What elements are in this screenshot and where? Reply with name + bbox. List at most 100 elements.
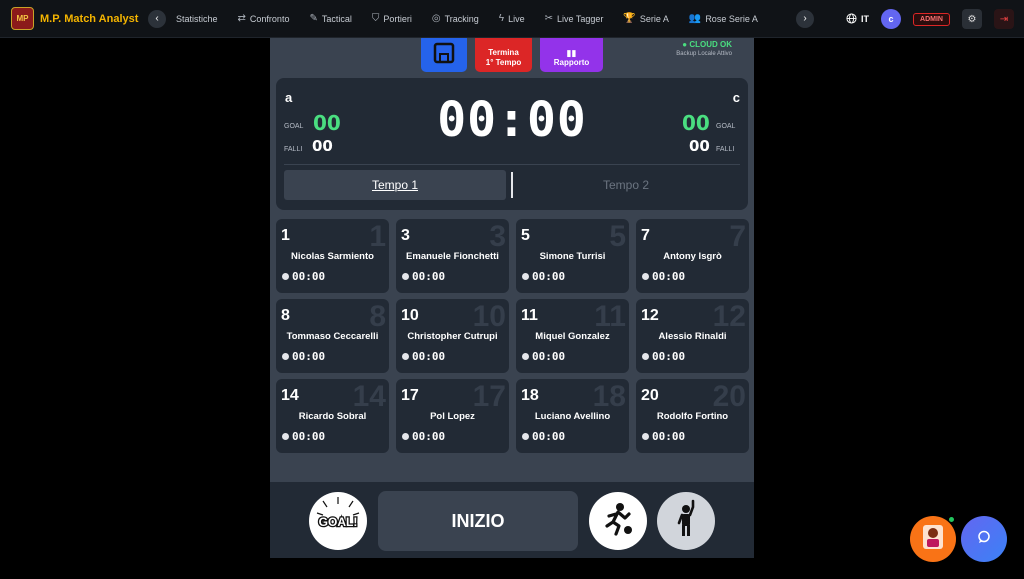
- logout-button[interactable]: ⇥: [994, 9, 1014, 29]
- player-name: Rodolfo Fortino: [656, 411, 729, 422]
- player-time-value: 00:00: [532, 270, 566, 283]
- chat-icon: [977, 530, 991, 549]
- nav-item-label: Portieri: [383, 13, 412, 24]
- end-half-button[interactable]: Termina 1° Tempo: [475, 38, 532, 72]
- player-number-watermark: 8: [369, 300, 386, 333]
- player-number-watermark: 1: [369, 220, 386, 253]
- nav-item-rose-serie-a[interactable]: 👥 Rose Serie A: [679, 0, 768, 38]
- player-number: 10: [401, 307, 419, 324]
- kicker-icon: [599, 500, 637, 543]
- nav-item-label: Tactical: [321, 13, 352, 24]
- player-time-value: 00:00: [292, 270, 326, 283]
- report-button[interactable]: ▮▮ Rapporto: [540, 38, 603, 72]
- player-name: Luciano Avellino: [534, 411, 611, 422]
- player-card[interactable]: 10 10 Christopher Cutrupi 00:00: [396, 299, 509, 373]
- player-card[interactable]: 7 7 Antony Isgrò 00:00: [636, 219, 749, 293]
- player-card[interactable]: 3 3 Emanuele Fionchetti 00:00: [396, 219, 509, 293]
- tab-second-half[interactable]: Tempo 2: [512, 170, 740, 200]
- assistant-mascot-button[interactable]: [910, 516, 956, 562]
- scoreboard-divider: [284, 164, 740, 165]
- language-selector[interactable]: IT: [846, 12, 870, 26]
- player-card[interactable]: 5 5 Simone Turrisi 00:00: [516, 219, 629, 293]
- nav-item-tracking[interactable]: ◎ Tracking: [422, 0, 489, 38]
- chat-button[interactable]: [961, 516, 1007, 562]
- stopwatch-icon: [282, 433, 289, 440]
- mascot-avatar-icon: [919, 522, 947, 557]
- report-icon: ▮▮: [566, 48, 577, 58]
- nav-item-tactical[interactable]: ✎ Tactical: [299, 0, 361, 38]
- svg-text:GOAL!: GOAL!: [319, 515, 358, 529]
- player-card[interactable]: 8 8 Tommaso Ceccarelli 00:00: [276, 299, 389, 373]
- cloud-status-subtitle: Backup Locale Attivo: [676, 51, 732, 57]
- player-number-watermark: 17: [472, 380, 506, 413]
- player-playtime: 00:00: [402, 350, 445, 363]
- player-number-watermark: 14: [352, 380, 386, 413]
- globe-icon: [846, 12, 857, 26]
- nav-item-icon: 🏆: [623, 13, 636, 24]
- match-actions: Termina 1° Tempo ▮▮ Rapporto ● CLOUD OK …: [270, 38, 754, 76]
- gear-icon: ⚙: [967, 13, 977, 25]
- player-card[interactable]: 14 14 Ricardo Sobral 00:00: [276, 379, 389, 453]
- stopwatch-icon: [402, 273, 409, 280]
- player-card[interactable]: 11 11 Miquel Gonzalez 00:00: [516, 299, 629, 373]
- language-label: IT: [861, 14, 870, 24]
- nav-item-icon: ✂: [544, 13, 553, 24]
- player-playtime: 00:00: [282, 430, 325, 443]
- player-number-watermark: 18: [592, 380, 626, 413]
- start-button[interactable]: INIZIO: [378, 491, 578, 551]
- player-number-watermark: 5: [609, 220, 626, 253]
- nav-item-confronto[interactable]: ⇄ Confronto: [228, 0, 300, 38]
- top-navigation-bar: MP M.P. Match Analyst ‹ Statistiche ⇄ Conf…: [0, 0, 1024, 38]
- player-card[interactable]: 18 18 Luciano Avellino 00:00: [516, 379, 629, 453]
- user-avatar[interactable]: c: [881, 9, 902, 29]
- player-name: Ricardo Sobral: [298, 411, 367, 422]
- nav-item-icon: 👥: [688, 13, 702, 24]
- referee-button[interactable]: [657, 492, 715, 550]
- kick-button[interactable]: [589, 492, 647, 550]
- nav-item-live[interactable]: ϟ Live: [489, 0, 535, 38]
- nav-item-portieri[interactable]: ⛉ Portieri: [362, 0, 422, 38]
- player-card[interactable]: 12 12 Alessio Rinaldi 00:00: [636, 299, 749, 373]
- player-playtime: 00:00: [522, 270, 565, 283]
- stopwatch-icon: [522, 433, 529, 440]
- save-button[interactable]: [421, 38, 467, 72]
- goal-button[interactable]: GOAL!: [309, 492, 367, 550]
- player-number: 11: [521, 307, 538, 324]
- scoreboard: a c GOAL 00 FALLI 00 00:00 00 GOAL 00 FA…: [276, 78, 748, 210]
- end-half-line2: 1° Tempo: [485, 58, 522, 67]
- player-name: Tommaso Ceccarelli: [286, 331, 379, 342]
- player-card[interactable]: 20 20 Rodolfo Fortino 00:00: [636, 379, 749, 453]
- player-name: Alessio Rinaldi: [658, 331, 727, 342]
- player-number: 20: [641, 387, 659, 404]
- player-time-value: 00:00: [532, 430, 566, 443]
- player-number: 1: [281, 227, 290, 244]
- admin-badge: ADMIN: [913, 12, 950, 26]
- match-timer: 00:00: [437, 92, 587, 148]
- player-number: 17: [401, 387, 419, 404]
- report-label: Rapporto: [553, 58, 590, 67]
- cloud-status-text: ● CLOUD OK: [682, 40, 732, 49]
- away-goals: 00: [682, 111, 710, 135]
- nav-item-live-tagger[interactable]: ✂ Live Tagger: [535, 0, 614, 38]
- nav-item-label: Confronto: [249, 13, 290, 24]
- app-logo: MP: [11, 7, 34, 30]
- nav-item-label: Live Tagger: [557, 13, 604, 24]
- nav-item-serie-a[interactable]: 🏆 Serie A: [613, 0, 678, 38]
- nav-scroll-left-button[interactable]: ‹: [148, 9, 166, 28]
- online-status-dot: [948, 516, 955, 523]
- player-number: 7: [641, 227, 650, 244]
- player-name: Antony Isgrò: [663, 251, 722, 262]
- nav-item-statistiche[interactable]: Statistiche: [166, 0, 228, 38]
- player-playtime: 00:00: [642, 430, 685, 443]
- brand[interactable]: MP M.P. Match Analyst: [0, 7, 148, 30]
- player-card[interactable]: 1 1 Nicolas Sarmiento 00:00: [276, 219, 389, 293]
- settings-button[interactable]: ⚙: [962, 9, 982, 29]
- nav-item-label: Tracking: [444, 13, 479, 24]
- nav-scroll-right-button[interactable]: ›: [796, 9, 814, 28]
- player-name: Simone Turrisi: [539, 251, 606, 262]
- player-playtime: 00:00: [522, 350, 565, 363]
- tab-first-half[interactable]: Tempo 1: [284, 170, 506, 200]
- nav-item-icon: ✎: [309, 13, 318, 24]
- player-card[interactable]: 17 17 Pol Lopez 00:00: [396, 379, 509, 453]
- referee-icon: [671, 499, 701, 544]
